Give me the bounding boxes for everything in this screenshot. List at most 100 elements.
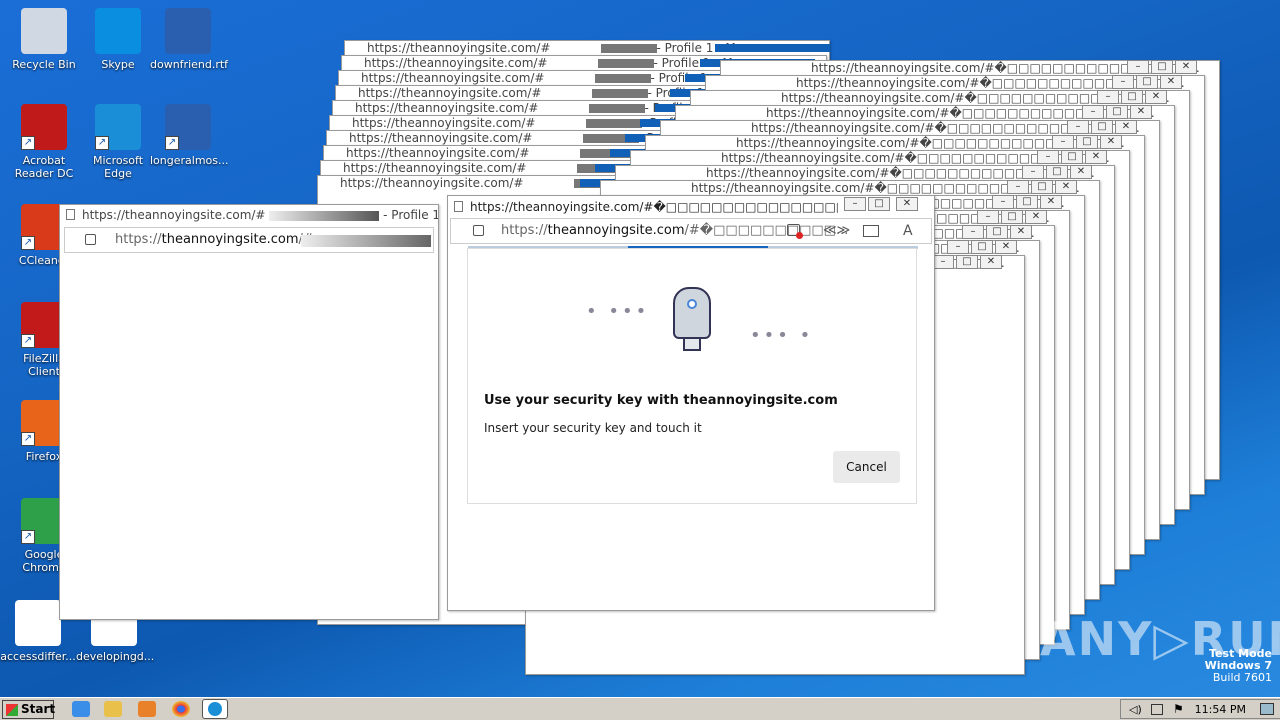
immersive-reader-icon[interactable] xyxy=(863,225,879,237)
close-button[interactable]: ✕ xyxy=(1145,90,1167,104)
desktop-icon[interactable]: ↗ Acrobat Reader DC xyxy=(6,104,82,180)
lock-icon xyxy=(85,234,96,245)
explorer-icon[interactable] xyxy=(104,701,122,717)
minimize-button[interactable]: – xyxy=(1037,150,1059,164)
address-bar[interactable]: https://theannoyingsite.com/# xyxy=(64,227,434,253)
minimize-button[interactable]: – xyxy=(1112,75,1134,89)
maximize-button[interactable]: □ xyxy=(1061,150,1083,164)
address-bar[interactable]: https://theannoyingsite.com/#�□□□□□□□□□□… xyxy=(450,218,932,244)
close-button[interactable]: ✕ xyxy=(995,240,1017,254)
desktop-icon-label: Microsoft Edge xyxy=(92,154,144,180)
app-icon: ↗ xyxy=(165,104,211,150)
minimize-button[interactable]: – xyxy=(947,240,969,254)
minimize-button[interactable]: – xyxy=(844,197,866,211)
close-button[interactable]: ✕ xyxy=(1085,150,1107,164)
close-button[interactable]: ✕ xyxy=(980,255,1002,269)
reader-icon[interactable]: ≪≫ xyxy=(823,219,850,243)
flag-icon[interactable]: ⚑ xyxy=(1173,702,1184,716)
taskbar: Start ◁) ⚑ 11:54 PM xyxy=(0,697,1280,720)
minimize-button[interactable]: – xyxy=(977,210,999,224)
minimize-button[interactable]: – xyxy=(1007,180,1029,194)
desktop-icon[interactable]: ↗ longeralmos... xyxy=(150,104,229,167)
test-mode-watermark: Test Mode Windows 7 Build 7601 xyxy=(1204,647,1272,684)
maximize-button[interactable]: □ xyxy=(1031,180,1053,194)
maximize-button[interactable]: □ xyxy=(1136,75,1158,89)
close-button[interactable]: ✕ xyxy=(1160,75,1182,89)
maximize-button[interactable]: □ xyxy=(1151,60,1173,74)
close-button[interactable]: ✕ xyxy=(896,197,918,211)
dialog-body: Insert your security key and touch it xyxy=(484,421,702,435)
minimize-button[interactable]: – xyxy=(1052,135,1074,149)
maximize-button[interactable]: □ xyxy=(1091,120,1113,134)
minimize-button[interactable]: – xyxy=(992,195,1014,209)
popup-blocked-icon[interactable] xyxy=(787,224,803,239)
ie-icon[interactable] xyxy=(72,701,90,717)
app-icon xyxy=(15,600,61,646)
minimize-button[interactable]: – xyxy=(1127,60,1149,74)
minimize-button[interactable]: – xyxy=(1097,90,1119,104)
minimize-button[interactable]: – xyxy=(1067,120,1089,134)
read-aloud-icon[interactable]: A xyxy=(903,219,913,243)
maximize-button[interactable]: □ xyxy=(868,197,890,211)
media-player-icon[interactable] xyxy=(138,701,156,717)
close-button[interactable]: ✕ xyxy=(1115,120,1137,134)
windows-logo-icon xyxy=(6,704,18,716)
app-icon: ↗ xyxy=(95,104,141,150)
window-title: https://theannoyingsite.com/#�□□□□□□□□□□… xyxy=(448,196,934,218)
network-icon[interactable] xyxy=(1151,704,1163,715)
minimize-button[interactable]: – xyxy=(1082,105,1104,119)
app-icon xyxy=(165,8,211,54)
lock-icon xyxy=(473,225,484,236)
clock[interactable]: 11:54 PM xyxy=(1195,703,1246,716)
desktop-icon-label: developingd... xyxy=(76,650,155,663)
security-key-illustration xyxy=(673,287,711,351)
security-key-window[interactable]: https://theannoyingsite.com/#�□□□□□□□□□□… xyxy=(447,195,935,611)
desktop-icon-label: downfriend.rtf xyxy=(150,58,229,71)
dots-right: ••• • xyxy=(750,325,814,346)
cancel-button[interactable]: Cancel xyxy=(833,451,900,483)
webauthn-dialog: • ••• ••• • Use your security key with t… xyxy=(467,248,917,504)
volume-icon[interactable]: ◁) xyxy=(1129,703,1142,716)
dots-left: • ••• xyxy=(586,301,650,322)
desktop-icon-label: Recycle Bin xyxy=(12,58,76,71)
minimize-button[interactable]: – xyxy=(932,255,954,269)
close-button[interactable]: ✕ xyxy=(1010,225,1032,239)
desktop-icon-label: accessdiffer... xyxy=(0,650,76,663)
close-button[interactable]: ✕ xyxy=(1070,165,1092,179)
start-button[interactable]: Start xyxy=(2,700,55,719)
desktop-icon-label: longeralmos... xyxy=(150,154,229,167)
maximize-button[interactable]: □ xyxy=(1106,105,1128,119)
close-button[interactable]: ✕ xyxy=(1175,60,1197,74)
window-title: https://theannoyingsite.com/# - Profile … xyxy=(60,205,438,225)
desktop-icon-label: Skype xyxy=(101,58,135,71)
progress-bar xyxy=(715,44,830,52)
close-button[interactable]: ✕ xyxy=(1025,210,1047,224)
desktop-icon[interactable]: Recycle Bin xyxy=(6,8,82,71)
maximize-button[interactable]: □ xyxy=(986,225,1008,239)
maximize-button[interactable]: □ xyxy=(1121,90,1143,104)
close-button[interactable]: ✕ xyxy=(1055,180,1077,194)
show-desktop-button[interactable] xyxy=(1260,703,1274,715)
dialog-heading: Use your security key with theannoyingsi… xyxy=(484,393,838,408)
maximize-button[interactable]: □ xyxy=(1046,165,1068,179)
maximize-button[interactable]: □ xyxy=(1076,135,1098,149)
app-icon xyxy=(21,8,67,54)
system-tray: ◁) ⚑ 11:54 PM xyxy=(1120,699,1280,719)
maximize-button[interactable]: □ xyxy=(1001,210,1023,224)
minimize-button[interactable]: – xyxy=(962,225,984,239)
maximize-button[interactable]: □ xyxy=(956,255,978,269)
close-button[interactable]: ✕ xyxy=(1040,195,1062,209)
minimize-button[interactable]: – xyxy=(1022,165,1044,179)
close-button[interactable]: ✕ xyxy=(1130,105,1152,119)
close-button[interactable]: ✕ xyxy=(1100,135,1122,149)
chrome-icon[interactable] xyxy=(172,701,190,717)
desktop-icon-label: Acrobat Reader DC xyxy=(14,154,74,180)
desktop-icon[interactable]: Skype xyxy=(80,8,156,71)
edge-icon[interactable] xyxy=(202,699,228,719)
browser-window-left[interactable]: https://theannoyingsite.com/# - Profile … xyxy=(59,204,439,620)
desktop-icon[interactable]: ↗ Microsoft Edge xyxy=(80,104,156,180)
maximize-button[interactable]: □ xyxy=(971,240,993,254)
desktop-icon[interactable]: downfriend.rtf xyxy=(150,8,229,71)
app-icon xyxy=(95,8,141,54)
maximize-button[interactable]: □ xyxy=(1016,195,1038,209)
